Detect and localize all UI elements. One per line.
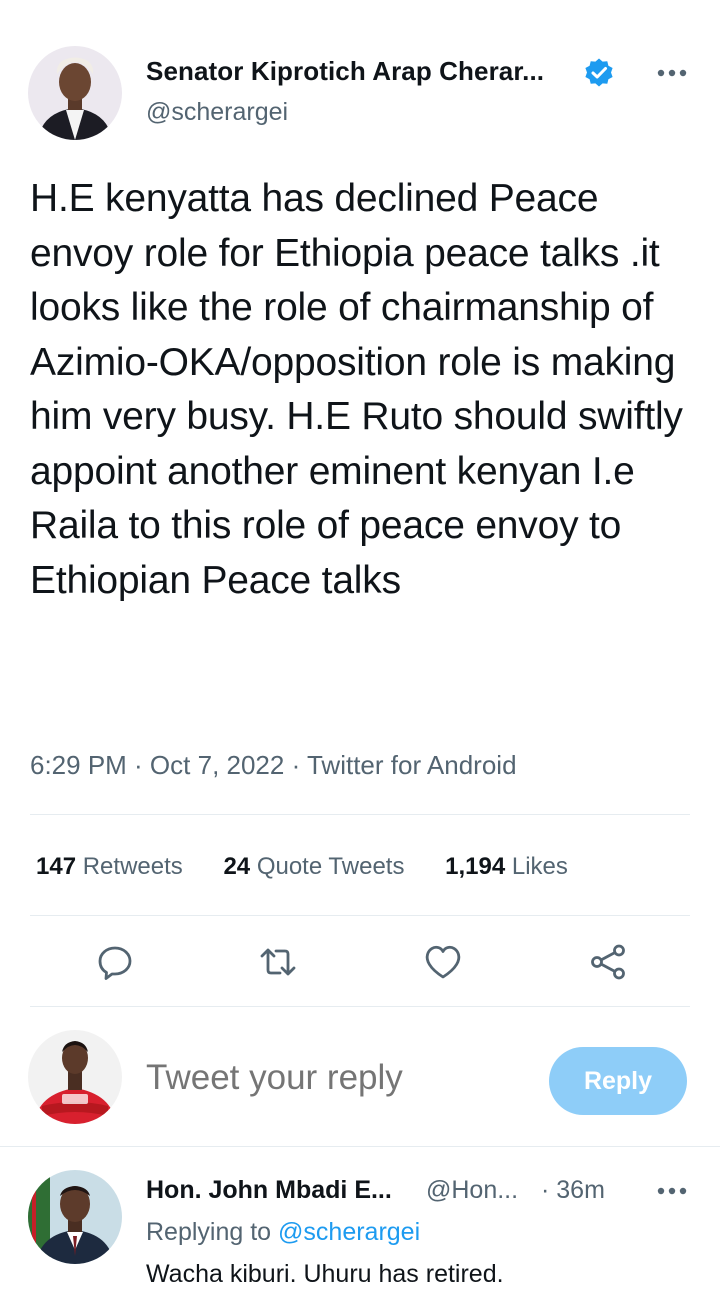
- quote-tweets-label: Quote Tweets: [256, 853, 405, 880]
- retweet-icon[interactable]: [258, 942, 298, 982]
- likes-count: 1,194: [445, 853, 506, 880]
- tweet-stats: 147 Retweets 24 Quote Tweets 1,194 Likes: [36, 853, 568, 881]
- retweets-label: Retweets: [82, 853, 183, 880]
- reply-author-name[interactable]: Hon. John Mbadi E...: [146, 1176, 392, 1205]
- replying-to-mention[interactable]: @scherargei: [278, 1218, 420, 1246]
- author-name[interactable]: Senator Kiprotich Arap Cherar...: [146, 56, 544, 87]
- replying-to: Replying to @scherargei: [146, 1218, 420, 1247]
- reply-icon[interactable]: [95, 942, 135, 982]
- quote-tweets-stat[interactable]: 24 Quote Tweets: [223, 853, 404, 881]
- divider: [30, 915, 690, 916]
- reply-input[interactable]: [146, 1058, 526, 1098]
- reply-author-handle[interactable]: @Hon...: [426, 1176, 518, 1205]
- retweets-count: 147: [36, 853, 77, 880]
- verified-badge-icon: [583, 57, 615, 89]
- quote-tweets-count: 24: [223, 853, 251, 880]
- reply-author-avatar[interactable]: [28, 1170, 122, 1264]
- tweet-timestamp-source[interactable]: 6:29 PM · Oct 7, 2022 · Twitter for Andr…: [30, 750, 517, 781]
- replying-to-label: Replying to: [146, 1218, 272, 1246]
- divider: [30, 1006, 690, 1007]
- reply-timestamp[interactable]: · 36m: [541, 1176, 605, 1205]
- likes-stat[interactable]: 1,194 Likes: [445, 853, 568, 881]
- share-icon[interactable]: [588, 942, 628, 982]
- divider: [30, 814, 690, 815]
- more-options-icon[interactable]: [654, 1180, 690, 1202]
- more-options-icon[interactable]: [654, 62, 690, 84]
- tweet-text: H.E kenyatta has declined Peace envoy ro…: [30, 177, 683, 602]
- author-avatar[interactable]: [28, 46, 122, 140]
- current-user-avatar[interactable]: [28, 1030, 122, 1124]
- reply-button[interactable]: Reply: [549, 1047, 687, 1115]
- author-handle[interactable]: @scherargei: [146, 98, 288, 127]
- likes-label: Likes: [511, 853, 568, 880]
- reply-text: Wacha kiburi. Uhuru has retired.: [146, 1260, 504, 1288]
- like-icon[interactable]: [423, 942, 463, 982]
- divider: [0, 1146, 720, 1147]
- retweets-stat[interactable]: 147 Retweets: [36, 853, 183, 881]
